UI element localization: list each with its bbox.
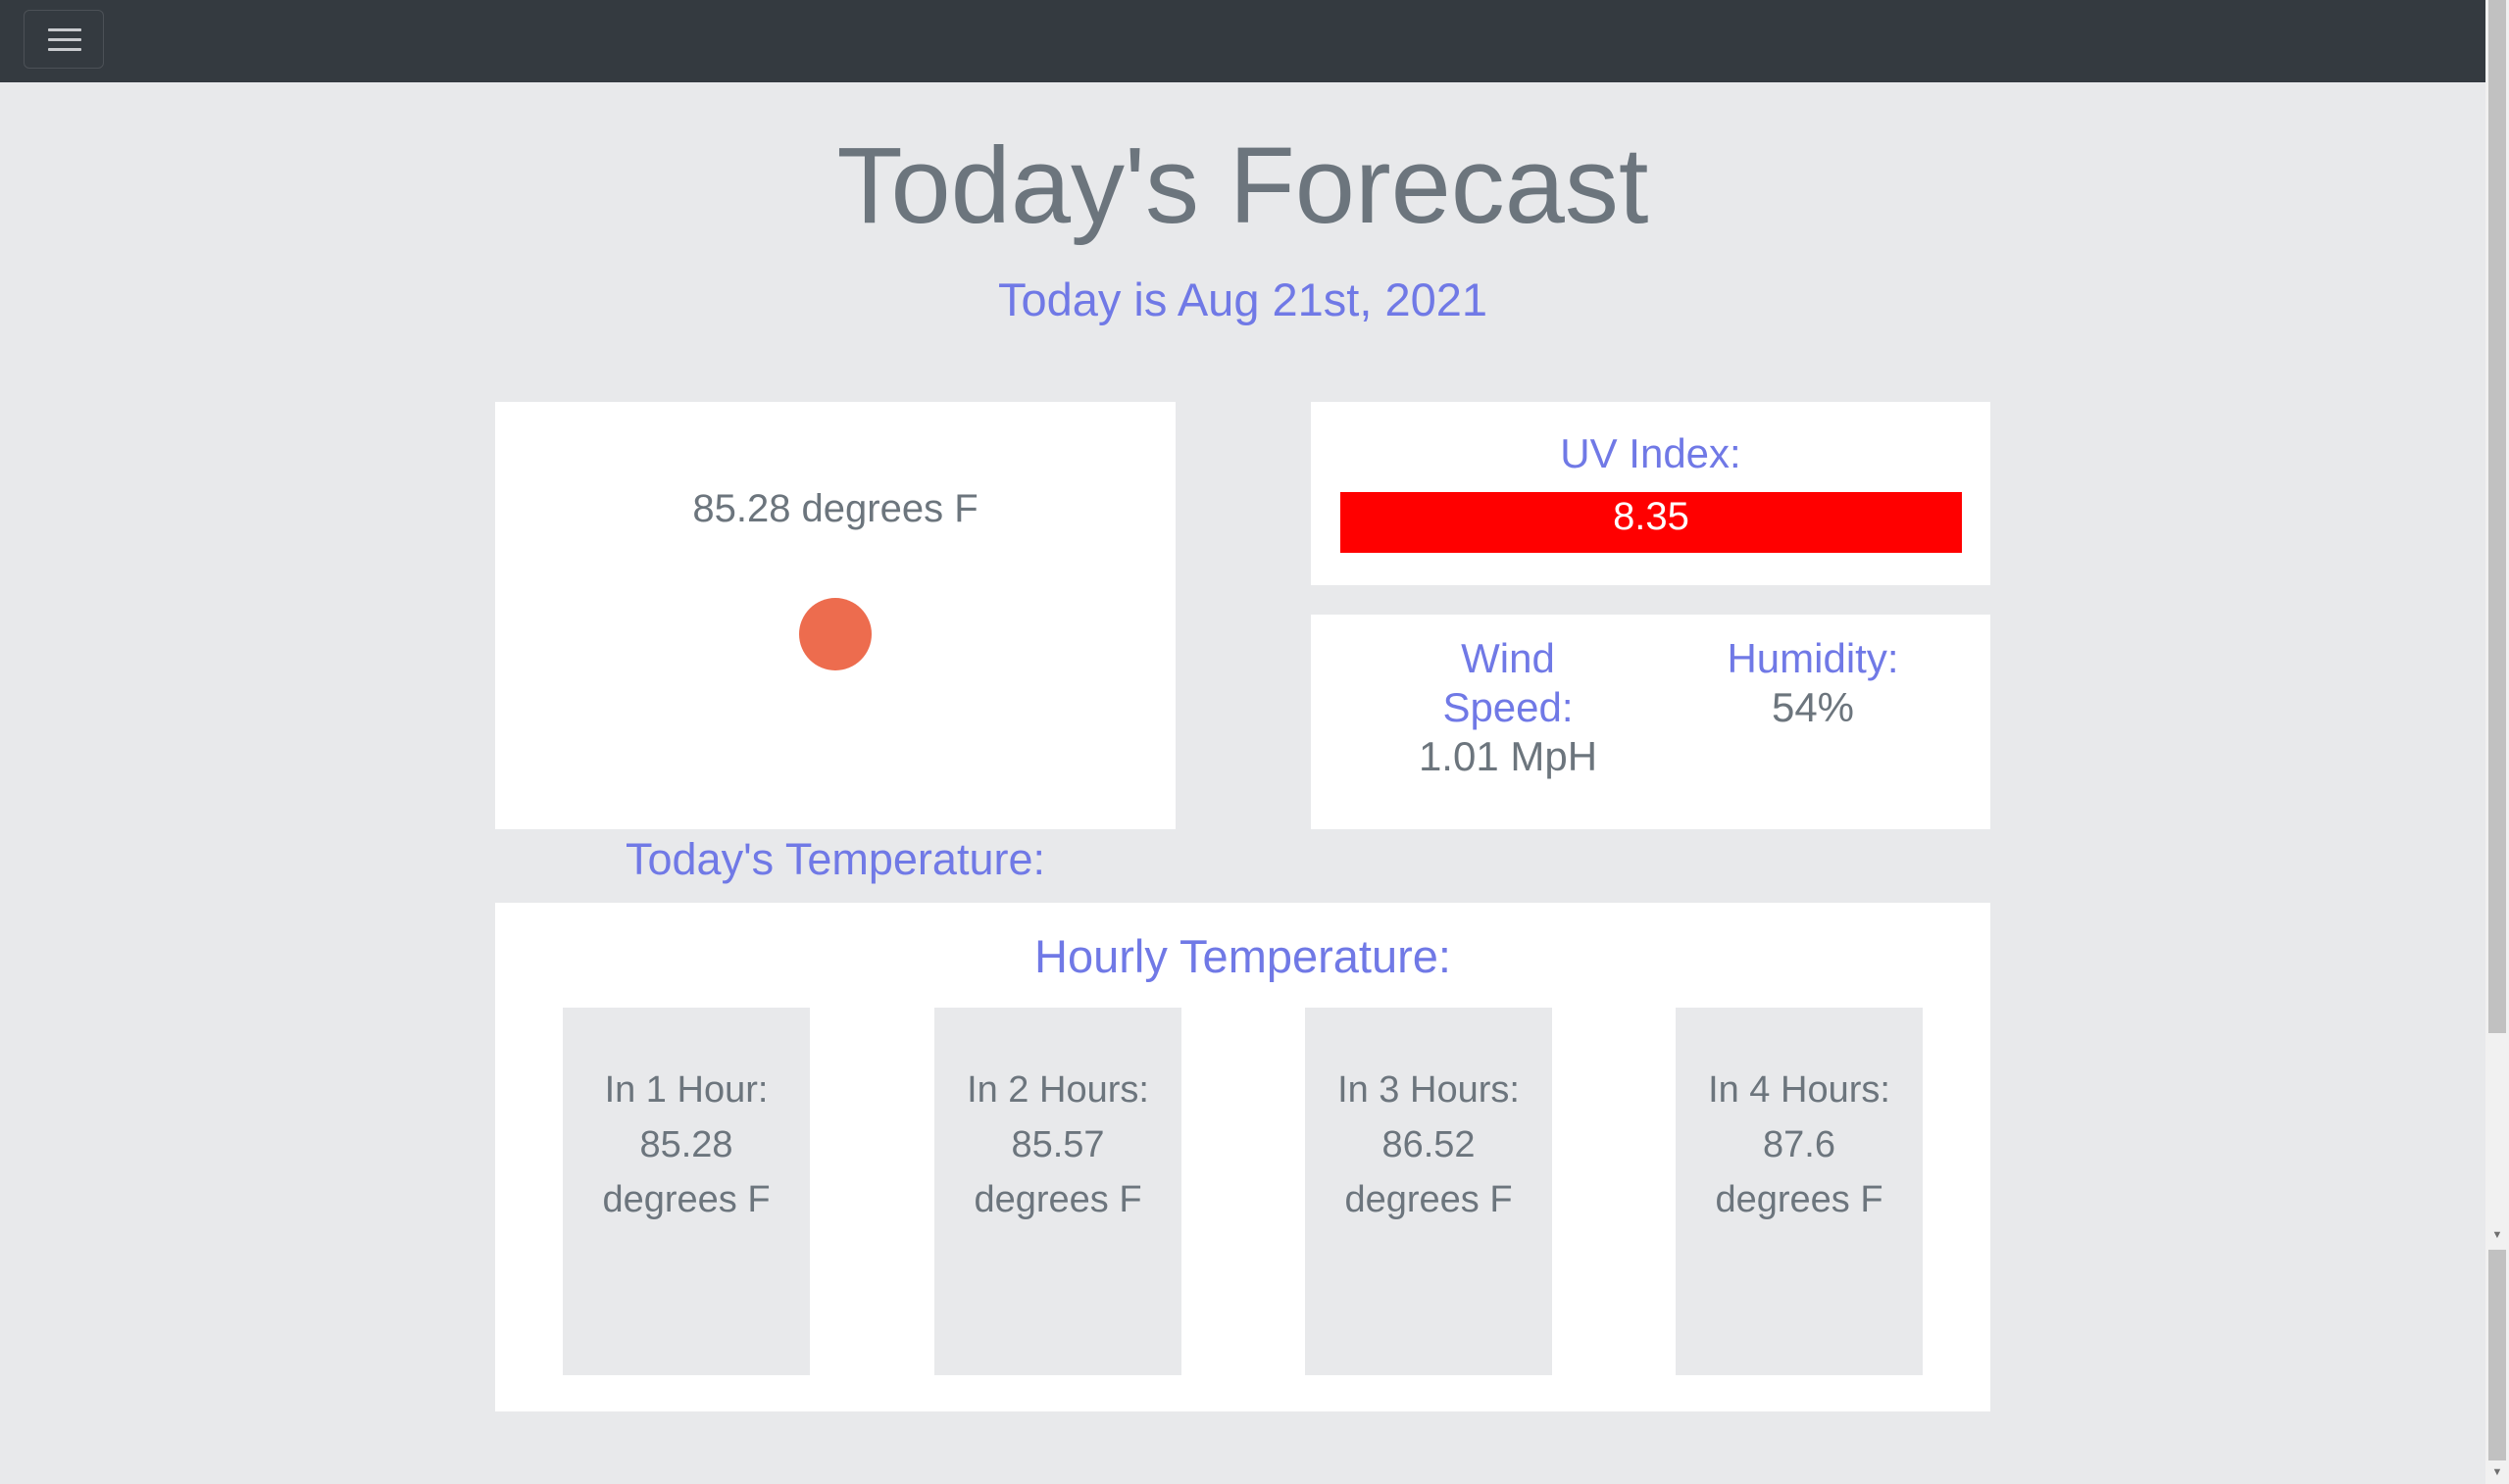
hourly-item-value: 85.28: [639, 1124, 733, 1165]
scroll-down-arrow-icon[interactable]: ▼: [2485, 1225, 2509, 1245]
wind-speed-section: Wind Speed: 1.01 MpH: [1395, 634, 1621, 781]
hourly-item-unit: degrees F: [602, 1179, 771, 1220]
hourly-item-value: 85.57: [1011, 1124, 1105, 1165]
page-title: Today's Forecast: [836, 125, 1649, 246]
hourly-temperature-card: Hourly Temperature: In 1 Hour: 85.28 deg…: [495, 903, 1990, 1411]
vertical-scrollbar[interactable]: ▼ ▼: [2485, 0, 2509, 1484]
hamburger-menu-icon-line: [48, 38, 81, 41]
uv-index-card: UV Index: 8.35: [1311, 402, 1990, 585]
hourly-item-label: In 3 Hours:: [1337, 1069, 1520, 1111]
humidity-value: 54%: [1771, 684, 1855, 730]
hourly-item: In 3 Hours: 86.52 degrees F: [1305, 1008, 1552, 1375]
hamburger-menu-icon-line: [48, 48, 81, 51]
wind-speed-label-line1: Wind: [1461, 635, 1555, 681]
temperature-card: Today's Temperature: 85.28 degrees F: [495, 402, 1176, 884]
temperature-indicator-dot: [799, 598, 872, 670]
uv-index-label: UV Index:: [1560, 430, 1741, 476]
hourly-temperature-label: Hourly Temperature:: [1034, 930, 1451, 982]
hourly-item: In 2 Hours: 85.57 degrees F: [934, 1008, 1181, 1375]
scroll-down-arrow-icon[interactable]: ▼: [2485, 1462, 2509, 1482]
hourly-item-value: 86.52: [1381, 1124, 1476, 1165]
hourly-item-unit: degrees F: [1715, 1179, 1883, 1220]
wind-humidity-card: Wind Speed: 1.01 MpH Humidity: 54%: [1311, 615, 1990, 829]
wind-speed-value: 1.01 MpH: [1418, 733, 1598, 779]
wind-speed-label-line2: Speed:: [1442, 684, 1574, 730]
date-subtitle: Today is Aug 21st, 2021: [997, 273, 1488, 325]
hamburger-menu-icon: [48, 28, 81, 31]
uv-index-bar: 8.35: [1340, 492, 1962, 553]
hourly-item-label: In 2 Hours:: [967, 1069, 1149, 1111]
hourly-item: In 1 Hour: 85.28 degrees F: [563, 1008, 810, 1375]
temperature-value: 85.28 degrees F: [692, 487, 979, 530]
temperature-label: Today's Temperature:: [626, 834, 1045, 884]
humidity-section: Humidity: 54%: [1695, 634, 1931, 732]
hourly-item-label: In 1 Hour:: [604, 1069, 769, 1111]
humidity-label: Humidity:: [1727, 635, 1899, 681]
hourly-item-unit: degrees F: [1344, 1179, 1513, 1220]
scrollbar-thumb-lower[interactable]: [2488, 1250, 2506, 1460]
hourly-item: In 4 Hours: 87.6 degrees F: [1676, 1008, 1923, 1375]
navbar: [0, 0, 2485, 82]
hourly-item-value: 87.6: [1763, 1124, 1835, 1165]
scrollbar-thumb[interactable]: [2488, 0, 2506, 1033]
navbar-toggler-button[interactable]: [24, 10, 104, 69]
hourly-item-unit: degrees F: [974, 1179, 1142, 1220]
hourly-item-label: In 4 Hours:: [1708, 1069, 1890, 1111]
